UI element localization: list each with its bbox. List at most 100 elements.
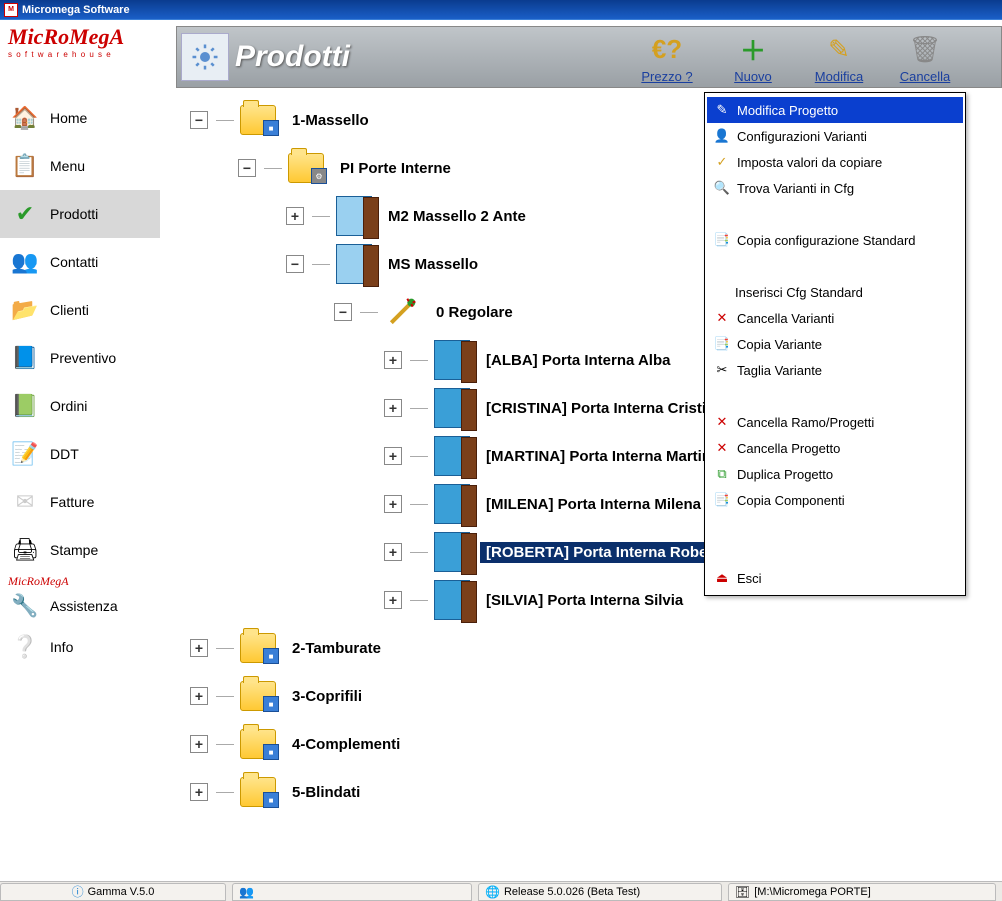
home-icon: 🏠 [8, 101, 42, 135]
sidebar-item-stampe[interactable]: 🖨Stampe [0, 526, 160, 574]
sidebar-item-menu[interactable]: 📋Menu [0, 142, 160, 190]
status-release: 🌐Release 5.0.026 (Beta Test) [478, 883, 722, 901]
cm-copia-variante[interactable]: 📑Copia Variante [707, 331, 963, 357]
tree-node-coprifili[interactable]: + ■ 3-Coprifili [190, 672, 994, 720]
cm-cancella-progetto[interactable]: ✕Cancella Progetto [707, 435, 963, 461]
expand-icon[interactable]: + [384, 351, 402, 369]
cm-inserisci-cfg-std[interactable]: Inserisci Cfg Standard [707, 279, 963, 305]
expand-icon[interactable]: + [384, 447, 402, 465]
status-gamma: ⓘGamma V.5.0 [0, 883, 226, 901]
collapse-icon[interactable]: − [190, 111, 208, 129]
trash-icon: 🗑 [904, 31, 946, 69]
cm-duplica-progetto[interactable]: ⧉Duplica Progetto [707, 461, 963, 487]
printer-icon: 🖨 [8, 533, 42, 567]
cm-copia-componenti[interactable]: 📑Copia Componenti [707, 487, 963, 513]
sidebar-item-ordini[interactable]: 📗Ordini [0, 382, 160, 430]
folder-icon: ■ [238, 772, 278, 812]
expand-icon[interactable]: + [384, 399, 402, 417]
page-title: Prodotti [235, 40, 350, 74]
menu-icon: 📋 [8, 149, 42, 183]
prezzo-button[interactable]: €? Prezzo ? [627, 31, 707, 84]
tree-node-blindati[interactable]: + ■ 5-Blindati [190, 768, 994, 816]
folder-icon: ■ [238, 724, 278, 764]
logo-subtitle: s o f t w a r e h o u s e [8, 50, 168, 59]
logo-text: MicRoMegA [8, 24, 168, 50]
ledger-icon: 📗 [8, 389, 42, 423]
expand-icon[interactable]: + [286, 207, 304, 225]
info-icon: ⓘ [72, 883, 84, 900]
collapse-icon[interactable]: − [334, 303, 352, 321]
nuovo-button[interactable]: ＋ Nuovo [713, 31, 793, 84]
exit-icon: ⏏ [713, 569, 731, 587]
product-door-icon [432, 532, 472, 572]
folder-icon: ■ [238, 100, 278, 140]
plus-icon: ＋ [732, 31, 774, 69]
product-door-icon [432, 340, 472, 380]
wrench-icon: 🔧 [8, 589, 42, 623]
page-gear-icon [181, 33, 229, 81]
product-door-icon [432, 388, 472, 428]
person-icon: 👤 [713, 127, 731, 145]
expand-icon[interactable]: + [384, 495, 402, 513]
collapse-icon[interactable]: − [286, 255, 304, 273]
sidebar-item-assistenza[interactable]: 🔧Assistenza [0, 589, 160, 623]
modifica-button[interactable]: ✎ Modifica [799, 31, 879, 84]
expand-icon[interactable]: + [190, 687, 208, 705]
mini-logo: MicRoMegA [0, 574, 160, 589]
note-icon: 📝 [8, 437, 42, 471]
cm-trova-varianti[interactable]: 🔍Trova Varianti in Cfg [707, 175, 963, 201]
folder-icon: 📂 [8, 293, 42, 327]
app-icon: M [4, 3, 18, 17]
book-icon: 📘 [8, 341, 42, 375]
status-bar: ⓘGamma V.5.0 👥 🌐Release 5.0.026 (Beta Te… [0, 881, 1002, 901]
copy-icon: 📑 [713, 335, 731, 353]
cm-copia-config-std[interactable]: 📑Copia configurazione Standard [707, 227, 963, 253]
expand-icon[interactable]: + [190, 735, 208, 753]
cm-esci[interactable]: ⏏Esci [707, 565, 963, 591]
folder-gear-icon: ⚙ [286, 148, 326, 188]
expand-icon[interactable]: + [190, 783, 208, 801]
sidebar-item-preventivo[interactable]: 📘Preventivo [0, 334, 160, 382]
envelope-icon: ✉ [8, 485, 42, 519]
collapse-icon[interactable]: − [238, 159, 256, 177]
question-icon: ❔ [8, 630, 42, 664]
cm-cancella-varianti[interactable]: ✕Cancella Varianti [707, 305, 963, 331]
context-menu: ✎Modifica Progetto 👤Configurazioni Varia… [704, 92, 966, 596]
folder-icon: ■ [238, 628, 278, 668]
cm-imposta-valori[interactable]: ✓Imposta valori da copiare [707, 149, 963, 175]
cm-taglia-variante[interactable]: ✂Taglia Variante [707, 357, 963, 383]
main-toolbar: Prodotti €? Prezzo ? ＋ Nuovo ✎ Modifica … [176, 26, 1002, 88]
copy-icon: 📑 [713, 231, 731, 249]
status-path: 🗄[M:\Micromega PORTE] [728, 883, 996, 901]
folder-icon: ■ [238, 676, 278, 716]
sidebar-item-clienti[interactable]: 📂Clienti [0, 286, 160, 334]
product-door-icon [432, 436, 472, 476]
sidebar-item-fatture[interactable]: ✉Fatture [0, 478, 160, 526]
sidebar-item-home[interactable]: 🏠Home [0, 94, 160, 142]
status-spacer: 👥 [232, 883, 472, 901]
delete-icon: ✕ [713, 309, 731, 327]
sidebar-item-contatti[interactable]: 👥Contatti [0, 238, 160, 286]
cancella-button[interactable]: 🗑 Cancella [885, 31, 965, 84]
check-icon: ✓ [713, 153, 731, 171]
tree-node-complementi[interactable]: + ■ 4-Complementi [190, 720, 994, 768]
people-icon: 👥 [239, 885, 254, 899]
product-door-icon [432, 484, 472, 524]
cm-cancella-ramo[interactable]: ✕Cancella Ramo/Progetti [707, 409, 963, 435]
expand-icon[interactable]: + [384, 543, 402, 561]
sidebar-item-ddt[interactable]: 📝DDT [0, 430, 160, 478]
product-door-icon [432, 580, 472, 620]
cm-config-varianti[interactable]: 👤Configurazioni Varianti [707, 123, 963, 149]
wand-icon [382, 292, 422, 332]
pencil-icon: ✎ [818, 31, 860, 69]
brand-logo: MicRoMegA s o f t w a r e h o u s e [8, 24, 168, 84]
wand-icon: ✎ [713, 101, 731, 119]
tree-node-tamburate[interactable]: + ■ 2-Tamburate [190, 624, 994, 672]
delete-icon: ✕ [713, 439, 731, 457]
app-title: Micromega Software [22, 4, 130, 16]
sidebar-item-info[interactable]: ❔Info [0, 623, 160, 671]
expand-icon[interactable]: + [190, 639, 208, 657]
cm-modifica-progetto[interactable]: ✎Modifica Progetto [707, 97, 963, 123]
expand-icon[interactable]: + [384, 591, 402, 609]
sidebar-item-prodotti[interactable]: ✔Prodotti [0, 190, 160, 238]
